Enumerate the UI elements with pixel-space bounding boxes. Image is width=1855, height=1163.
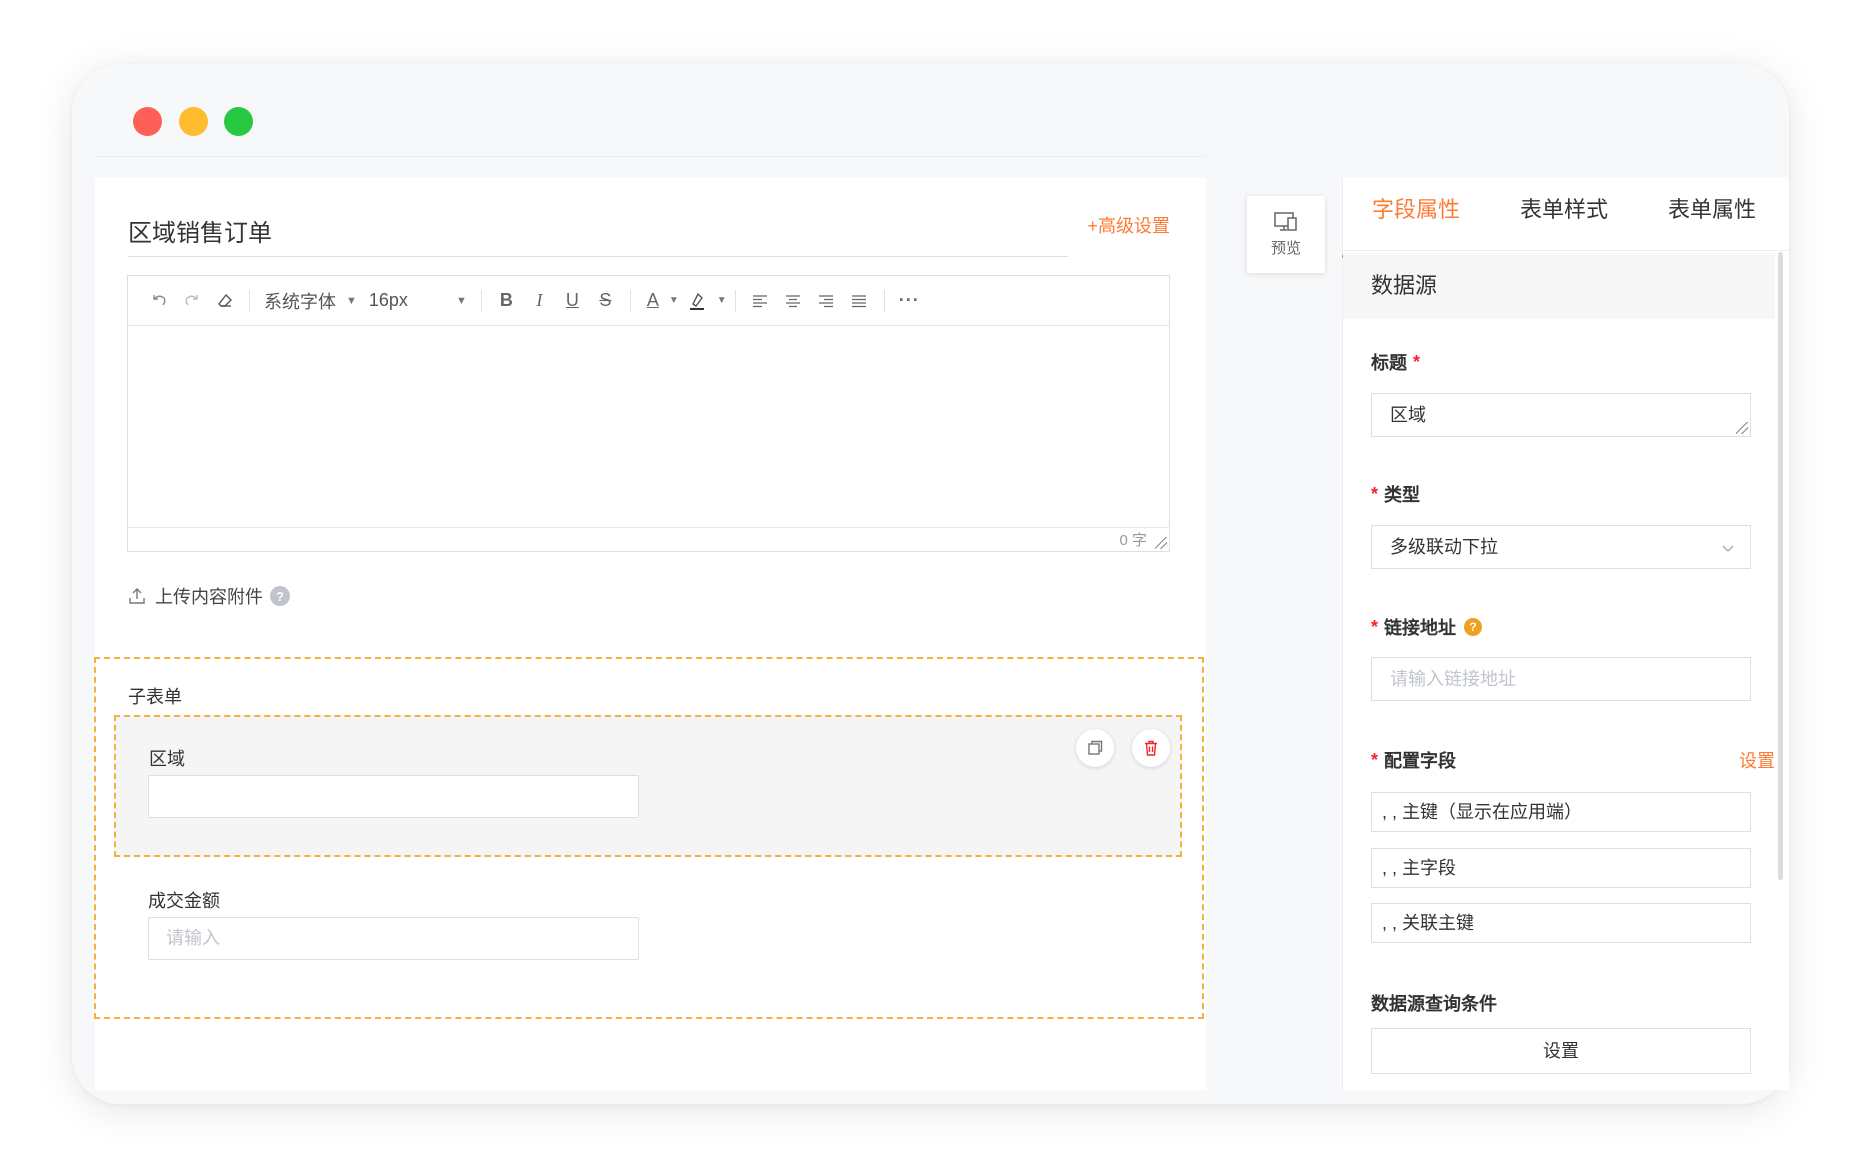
required-mark: * xyxy=(1371,483,1379,504)
type-select[interactable]: 多级联动下拉 xyxy=(1371,525,1751,569)
align-center-icon[interactable] xyxy=(777,286,810,316)
amount-input[interactable]: 请输入 xyxy=(148,917,639,960)
toolbar-separator xyxy=(480,289,482,312)
type-field-label: * 类型 xyxy=(1371,481,1420,507)
clear-format-icon[interactable] xyxy=(208,286,241,316)
font-color-icon[interactable]: A xyxy=(639,286,667,316)
undo-icon[interactable] xyxy=(142,286,175,316)
subform-label: 子表单 xyxy=(128,687,182,707)
section-datasource: 数据源 xyxy=(1343,253,1775,319)
config-label-text: 配置字段 xyxy=(1384,751,1457,771)
word-count: 0 字 xyxy=(1119,532,1147,549)
tab-field-properties[interactable]: 字段属性 xyxy=(1342,177,1490,258)
upload-label: 上传内容附件 xyxy=(155,587,263,607)
font-size-value: 16px xyxy=(368,290,408,310)
align-right-icon[interactable] xyxy=(810,286,843,316)
caret-down-icon[interactable]: ▼ xyxy=(717,295,727,306)
editor-toolbar: 系统字体 ▼ 16px ▼ B I U S A ▼ ▼ ··· xyxy=(128,276,1169,326)
copy-field-button[interactable] xyxy=(1076,729,1114,767)
close-window-button[interactable] xyxy=(133,107,162,136)
titlebar-divider xyxy=(96,156,1206,157)
toolbar-separator xyxy=(883,289,885,312)
preview-button[interactable]: 预览 xyxy=(1247,196,1325,273)
config-field-item[interactable]: , , 主键（显示在应用端） xyxy=(1371,792,1751,832)
editor-footer: 0 字 xyxy=(128,527,1169,551)
form-title[interactable]: 区域销售订单 xyxy=(128,213,272,248)
rich-text-editor[interactable]: 系统字体 ▼ 16px ▼ B I U S A ▼ ▼ ··· 0 字 xyxy=(127,275,1170,552)
config-field-label: * 配置字段 xyxy=(1371,747,1456,773)
type-label-text: 类型 xyxy=(1384,485,1421,505)
font-family-select[interactable]: 系统字体 ▼ xyxy=(258,286,363,316)
help-icon[interactable]: ? xyxy=(270,586,290,606)
required-mark: * xyxy=(1371,616,1379,637)
query-condition-label: 数据源查询条件 xyxy=(1371,994,1497,1014)
tab-form-properties[interactable]: 表单属性 xyxy=(1638,177,1786,250)
caret-down-icon: ▼ xyxy=(456,294,467,307)
strikethrough-icon[interactable]: S xyxy=(589,286,622,316)
bold-icon[interactable]: B xyxy=(490,286,523,316)
toolbar-separator xyxy=(629,289,631,312)
italic-icon[interactable]: I xyxy=(523,286,556,316)
panel-tabs: 字段属性 表单样式 表单属性 xyxy=(1342,177,1789,258)
devices-icon xyxy=(1274,212,1297,231)
subform-field-label: 区域 xyxy=(149,749,185,769)
font-family-value: 系统字体 xyxy=(264,291,336,312)
query-condition-button[interactable]: 设置 xyxy=(1371,1028,1751,1074)
resize-handle[interactable] xyxy=(1736,422,1748,434)
toolbar-separator xyxy=(249,289,250,312)
align-left-icon[interactable] xyxy=(744,286,777,316)
link-label-text: 链接地址 xyxy=(1384,618,1457,638)
form-title-underline xyxy=(128,256,1068,257)
required-mark: * xyxy=(1371,749,1379,770)
underline-icon[interactable]: U xyxy=(556,286,589,316)
link-url-input[interactable]: 请输入链接地址 xyxy=(1371,657,1751,701)
tab-form-style[interactable]: 表单样式 xyxy=(1490,177,1638,250)
chevron-down-icon xyxy=(1722,545,1734,552)
redo-icon[interactable] xyxy=(175,286,208,316)
font-size-select[interactable]: 16px ▼ xyxy=(363,286,473,316)
region-input[interactable] xyxy=(148,775,639,818)
amount-label: 成交金额 xyxy=(148,891,220,911)
link-field-label: * 链接地址 ? xyxy=(1371,614,1483,640)
copy-icon xyxy=(1088,740,1103,755)
title-input-value: 区域 xyxy=(1390,405,1426,425)
caret-down-icon[interactable]: ▼ xyxy=(669,295,679,306)
info-icon[interactable]: ? xyxy=(1464,618,1483,636)
type-select-value: 多级联动下拉 xyxy=(1390,537,1498,557)
delete-field-button[interactable] xyxy=(1132,729,1170,767)
more-icon[interactable]: ··· xyxy=(893,286,926,316)
config-field-item[interactable]: , , 关联主键 xyxy=(1371,903,1751,943)
upload-icon xyxy=(129,588,145,604)
title-field-label: 标题 * xyxy=(1371,349,1426,375)
required-mark: * xyxy=(1413,351,1421,372)
preview-label: 预览 xyxy=(1270,240,1301,257)
minimize-window-button[interactable] xyxy=(179,107,208,136)
config-field-item[interactable]: , , 主字段 xyxy=(1371,848,1751,888)
toolbar-separator xyxy=(734,289,736,312)
caret-down-icon: ▼ xyxy=(346,294,357,307)
title-input[interactable]: 区域 xyxy=(1371,393,1751,437)
config-settings-link[interactable]: 设置 xyxy=(1739,747,1775,773)
advanced-settings-link[interactable]: +高级设置 xyxy=(1087,212,1170,238)
title-label-text: 标题 xyxy=(1371,353,1407,373)
align-justify-icon[interactable] xyxy=(843,286,876,316)
highlight-icon[interactable] xyxy=(679,286,715,316)
trash-icon xyxy=(1145,740,1157,756)
maximize-window-button[interactable] xyxy=(224,107,253,136)
panel-scrollbar[interactable] xyxy=(1778,252,1783,880)
upload-attachment-button[interactable]: 上传内容附件 ? xyxy=(127,583,290,609)
resize-handle[interactable] xyxy=(1155,537,1167,549)
